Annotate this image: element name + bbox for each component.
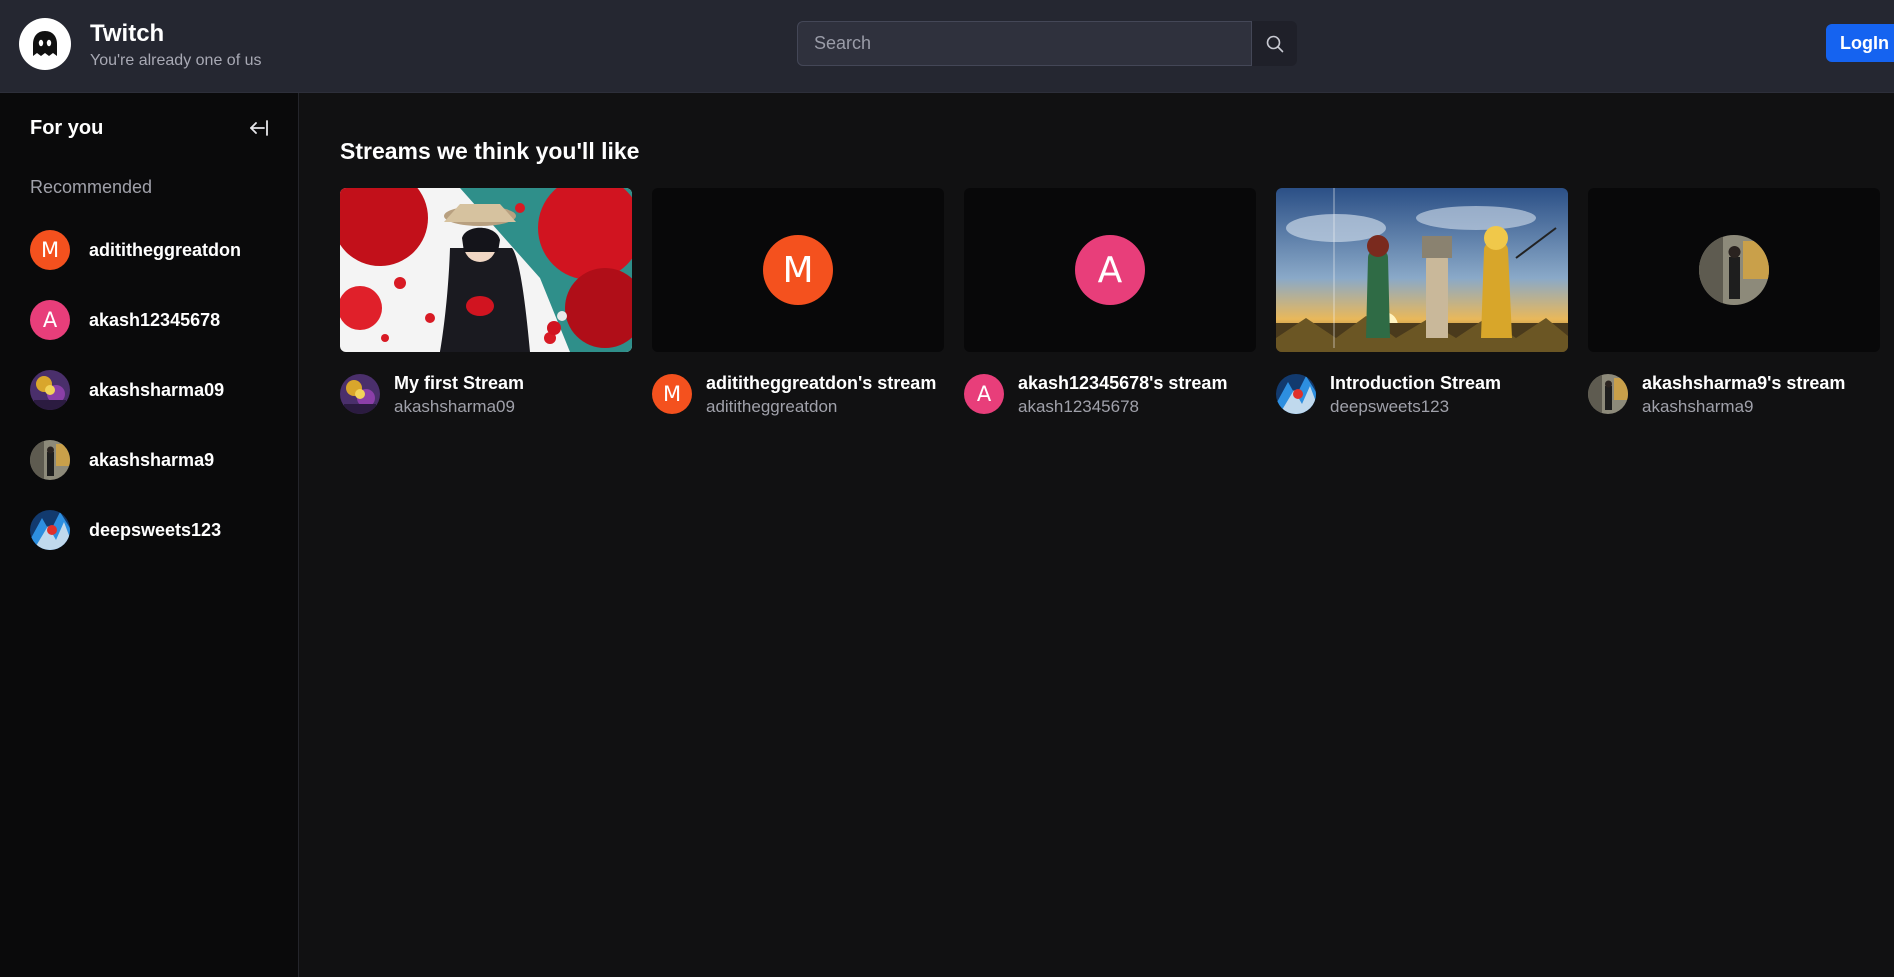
section-title: Streams we think you'll like <box>340 138 640 164</box>
stream-title[interactable]: Introduction Stream <box>1330 372 1501 394</box>
stream-title[interactable]: akash12345678's stream <box>1018 372 1227 394</box>
avatar[interactable] <box>1276 374 1316 414</box>
app-title[interactable]: Twitch <box>90 20 164 48</box>
avatar <box>30 510 70 550</box>
login-button[interactable]: LogIn <box>1826 24 1894 62</box>
sidebar-item-akashsharma9[interactable]: akashsharma9 <box>30 439 280 481</box>
avatar: M <box>763 235 833 305</box>
ghost-icon[interactable] <box>19 18 71 70</box>
search-icon <box>1266 35 1283 52</box>
stream-username[interactable]: deepsweets123 <box>1330 397 1501 417</box>
stream-username[interactable]: adititheggreatdon <box>706 397 936 417</box>
sidebar-item-label: adititheggreatdon <box>89 239 241 260</box>
stream-thumbnail[interactable]: A <box>964 188 1256 352</box>
sidebar-item-akashsharma09[interactable]: akashsharma09 <box>30 369 280 411</box>
stream-meta: Introduction Stream deepsweets123 <box>1276 372 1568 420</box>
sidebar: For you Recommended M adititheggreatdon … <box>0 93 299 977</box>
app-subtitle: You're already one of us <box>90 52 262 69</box>
top-navbar: Twitch You're already one of us LogIn <box>0 0 1894 93</box>
stream-title[interactable]: adititheggreatdon's stream <box>706 372 936 394</box>
avatar <box>30 370 70 410</box>
stream-thumbnail[interactable] <box>1276 188 1568 352</box>
stream-meta: My first Stream akashsharma09 <box>340 372 632 420</box>
recommended-label: Recommended <box>30 177 153 197</box>
avatar <box>30 440 70 480</box>
stream-card[interactable]: My first Stream akashsharma09 <box>340 188 632 428</box>
stream-meta: M adititheggreatdon's stream adititheggr… <box>652 372 944 420</box>
stream-card[interactable]: akashsharma9's stream akashsharma9 <box>1588 188 1880 428</box>
search-input[interactable] <box>814 33 1251 54</box>
stream-card[interactable]: M M adititheggreatdon's stream adititheg… <box>652 188 944 428</box>
stream-meta: akashsharma9's stream akashsharma9 <box>1588 372 1880 420</box>
sidebar-heading: For you <box>30 117 104 139</box>
sidebar-item-deepsweets123[interactable]: deepsweets123 <box>30 509 280 551</box>
avatar: M <box>30 230 70 270</box>
avatar: A <box>1075 235 1145 305</box>
stream-thumbnail[interactable]: M <box>652 188 944 352</box>
sidebar-item-label: akashsharma9 <box>89 449 215 470</box>
sidebar-item-adititheggreatdon[interactable]: M adititheggreatdon <box>30 229 280 271</box>
sidebar-item-label: deepsweets123 <box>89 519 222 540</box>
stream-title[interactable]: akashsharma9's stream <box>1642 372 1845 394</box>
stream-meta: A akash12345678's stream akash12345678 <box>964 372 1256 420</box>
avatar[interactable] <box>1588 374 1628 414</box>
sidebar-item-label: akashsharma09 <box>89 379 225 400</box>
avatar <box>1699 235 1769 305</box>
sidebar-item-label: akash12345678 <box>89 309 221 330</box>
stream-card[interactable]: Introduction Stream deepsweets123 <box>1276 188 1568 428</box>
avatar[interactable]: M <box>652 374 692 414</box>
search-field[interactable] <box>797 21 1252 66</box>
avatar[interactable] <box>340 374 380 414</box>
avatar[interactable]: A <box>964 374 1004 414</box>
stream-username[interactable]: akash12345678 <box>1018 397 1227 417</box>
stream-username[interactable]: akashsharma09 <box>394 397 524 417</box>
avatar: A <box>30 300 70 340</box>
stream-title[interactable]: My first Stream <box>394 372 524 394</box>
arrow-left-to-line-icon[interactable] <box>248 117 270 139</box>
stream-card[interactable]: A A akash12345678's stream akash12345678 <box>964 188 1256 428</box>
search-button[interactable] <box>1252 21 1297 66</box>
stream-thumbnail[interactable] <box>340 188 632 352</box>
stream-username[interactable]: akashsharma9 <box>1642 397 1845 417</box>
stream-thumbnail[interactable] <box>1588 188 1880 352</box>
sidebar-item-akash12345678[interactable]: A akash12345678 <box>30 299 280 341</box>
